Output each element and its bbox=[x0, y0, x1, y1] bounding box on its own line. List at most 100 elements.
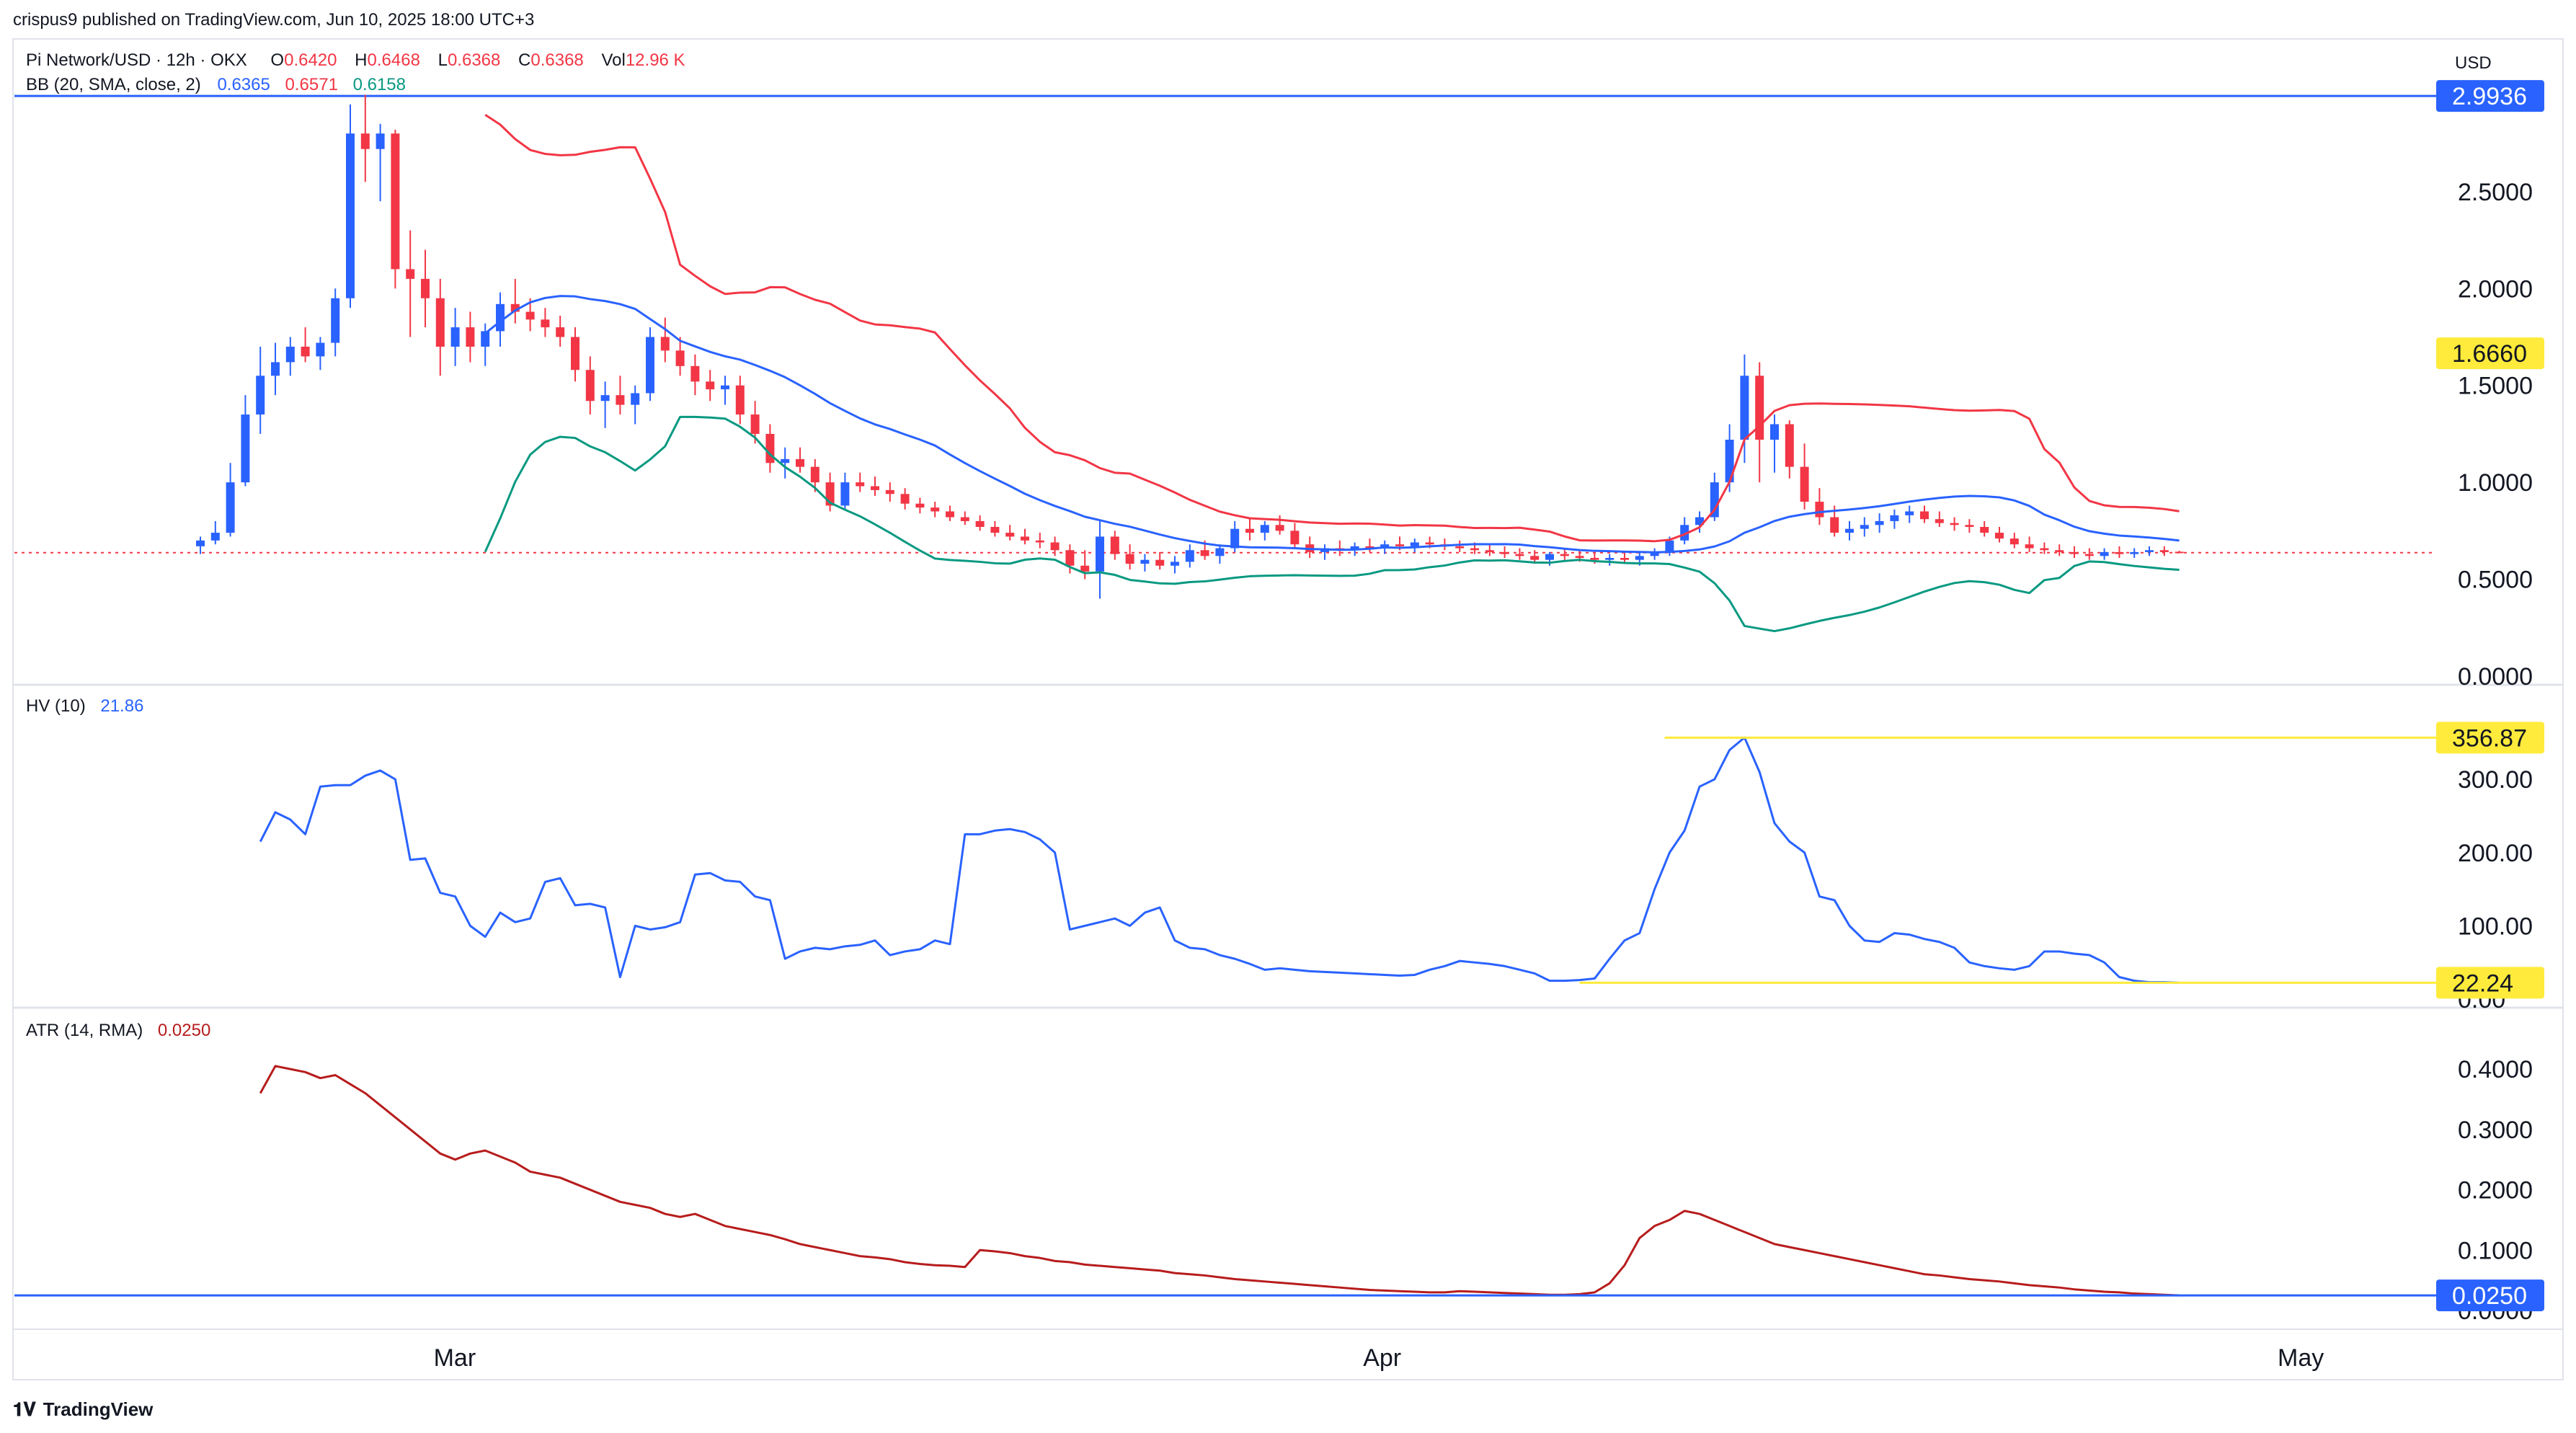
candle-body bbox=[1395, 544, 1404, 546]
candle-body bbox=[1830, 517, 1839, 533]
time-axis-label: Mar bbox=[434, 1344, 476, 1372]
candle-body bbox=[750, 414, 760, 434]
time-axis-label: May bbox=[2278, 1344, 2324, 1372]
candle-body bbox=[1485, 550, 1494, 552]
candle-body bbox=[1155, 559, 1165, 566]
price-axis-tick: 0.0000 bbox=[2458, 663, 2533, 691]
currency-label: USD bbox=[2455, 53, 2492, 73]
candle-body bbox=[931, 507, 940, 512]
candle-body bbox=[376, 133, 385, 149]
candle-body bbox=[871, 486, 879, 490]
candle-body bbox=[616, 395, 625, 405]
candle-body bbox=[525, 311, 535, 320]
candle-body bbox=[1860, 525, 1869, 529]
price-axis-tick: 1.5000 bbox=[2458, 373, 2533, 400]
atr-value: 0.0250 bbox=[157, 1021, 211, 1040]
candle-body bbox=[1500, 551, 1509, 554]
candle-body bbox=[1455, 546, 1465, 549]
candle-body bbox=[660, 337, 670, 351]
hv-price-label: 22.24 bbox=[2452, 970, 2513, 997]
candle-body bbox=[1560, 554, 1569, 556]
ohlc-open-value: 0.6420 bbox=[284, 50, 337, 70]
atr-price-label: 0.0250 bbox=[2452, 1282, 2527, 1310]
candle-body bbox=[210, 533, 220, 541]
candle-body bbox=[1815, 502, 1824, 518]
candle-body bbox=[1935, 519, 1944, 523]
candle-body bbox=[885, 489, 894, 494]
ohlc-open-label: O bbox=[270, 50, 285, 70]
ohlc-high-label: H bbox=[355, 50, 368, 70]
candle-body bbox=[1245, 528, 1254, 533]
ohlc-high-value: 0.6468 bbox=[367, 50, 420, 70]
candle-body bbox=[1770, 424, 1779, 440]
candle-body bbox=[915, 503, 925, 508]
symbol-legend: Pi Network/USD · 12h · OKX O0.6420 H0.64… bbox=[26, 50, 685, 71]
symbol-title: Pi Network/USD · 12h · OKX bbox=[26, 50, 247, 70]
price-axis-tick: 2.0000 bbox=[2458, 275, 2533, 303]
candle-body bbox=[1785, 424, 1794, 467]
published-by: crispus9 published on TradingView.com, J… bbox=[13, 10, 535, 30]
candle-body bbox=[1185, 550, 1194, 562]
candle-body bbox=[735, 385, 745, 415]
candle-body bbox=[196, 540, 205, 546]
candle-body bbox=[1290, 531, 1300, 545]
price-label: 1.6660 bbox=[2452, 340, 2527, 368]
candle-body bbox=[1065, 550, 1075, 566]
tradingview-brand: TradingView bbox=[43, 1398, 154, 1420]
candle-body bbox=[2025, 544, 2034, 549]
candle-body bbox=[571, 337, 579, 371]
candle-body bbox=[241, 414, 250, 483]
candle-body bbox=[1215, 548, 1225, 556]
bb-basis-value: 0.6365 bbox=[217, 75, 270, 94]
hv-line bbox=[259, 736, 2180, 984]
candle-body bbox=[1890, 515, 1899, 521]
chart-canvas: 2.5000 2.0000 1.5000 1.0000 0.5000 0.0000 300.… bbox=[12, 38, 2564, 1380]
hv-price-label: 356.87 bbox=[2452, 724, 2527, 752]
time-axis-label: Apr bbox=[1363, 1344, 1401, 1372]
candle-body bbox=[2084, 554, 2094, 556]
candle-body bbox=[421, 278, 430, 298]
candle-body bbox=[675, 350, 685, 366]
candle-body bbox=[646, 337, 654, 394]
atr-line bbox=[259, 1065, 2180, 1297]
atr-legend: ATR (14, RMA) 0.0250 bbox=[26, 1021, 210, 1041]
ohlc-close-value: 0.6368 bbox=[530, 50, 584, 70]
candle-body bbox=[1620, 558, 1629, 560]
candle-body bbox=[496, 303, 505, 332]
hv-axis-tick: 100.00 bbox=[2458, 913, 2533, 940]
volume-value: 12.96 K bbox=[625, 50, 685, 70]
candle-body bbox=[1080, 565, 1090, 572]
tradingview-logo[interactable]: 𝟏𝐕 TradingView bbox=[13, 1398, 153, 1421]
candle-body bbox=[975, 520, 985, 527]
candle-body bbox=[391, 133, 400, 270]
candle-body bbox=[481, 331, 490, 347]
candle-body bbox=[1530, 556, 1540, 560]
candle-body bbox=[285, 346, 295, 363]
candle-body bbox=[435, 298, 445, 347]
price-axis-tick: 2.5000 bbox=[2458, 179, 2533, 206]
candle-body bbox=[1200, 550, 1209, 556]
candle-body bbox=[2009, 538, 2019, 545]
candle-body bbox=[631, 393, 640, 405]
candle-body bbox=[1050, 542, 1060, 551]
candle-body bbox=[1545, 554, 1554, 560]
atr-axis-tick: 0.3000 bbox=[2458, 1117, 2533, 1144]
ohlc-low-value: 0.6368 bbox=[447, 50, 501, 70]
candle-body bbox=[2040, 548, 2049, 551]
candle-body bbox=[706, 381, 715, 390]
candle-body bbox=[796, 458, 804, 467]
candle-body bbox=[1995, 533, 2004, 539]
candle-body bbox=[1125, 554, 1134, 564]
candle-body bbox=[810, 466, 820, 483]
candle-body bbox=[541, 319, 550, 328]
hv-legend: HV (10) 21.86 bbox=[26, 696, 143, 716]
candle-body bbox=[900, 494, 910, 504]
candle-body bbox=[1275, 525, 1284, 531]
hv-axis-tick: 200.00 bbox=[2458, 840, 2533, 867]
candle-body bbox=[346, 133, 355, 298]
atr-axis-tick: 0.2000 bbox=[2458, 1177, 2533, 1204]
atr-axis-tick: 0.4000 bbox=[2458, 1056, 2533, 1083]
price-axis-tick: 0.5000 bbox=[2458, 567, 2533, 594]
hv-label: HV (10) bbox=[26, 696, 86, 716]
candle-body bbox=[1425, 542, 1434, 545]
